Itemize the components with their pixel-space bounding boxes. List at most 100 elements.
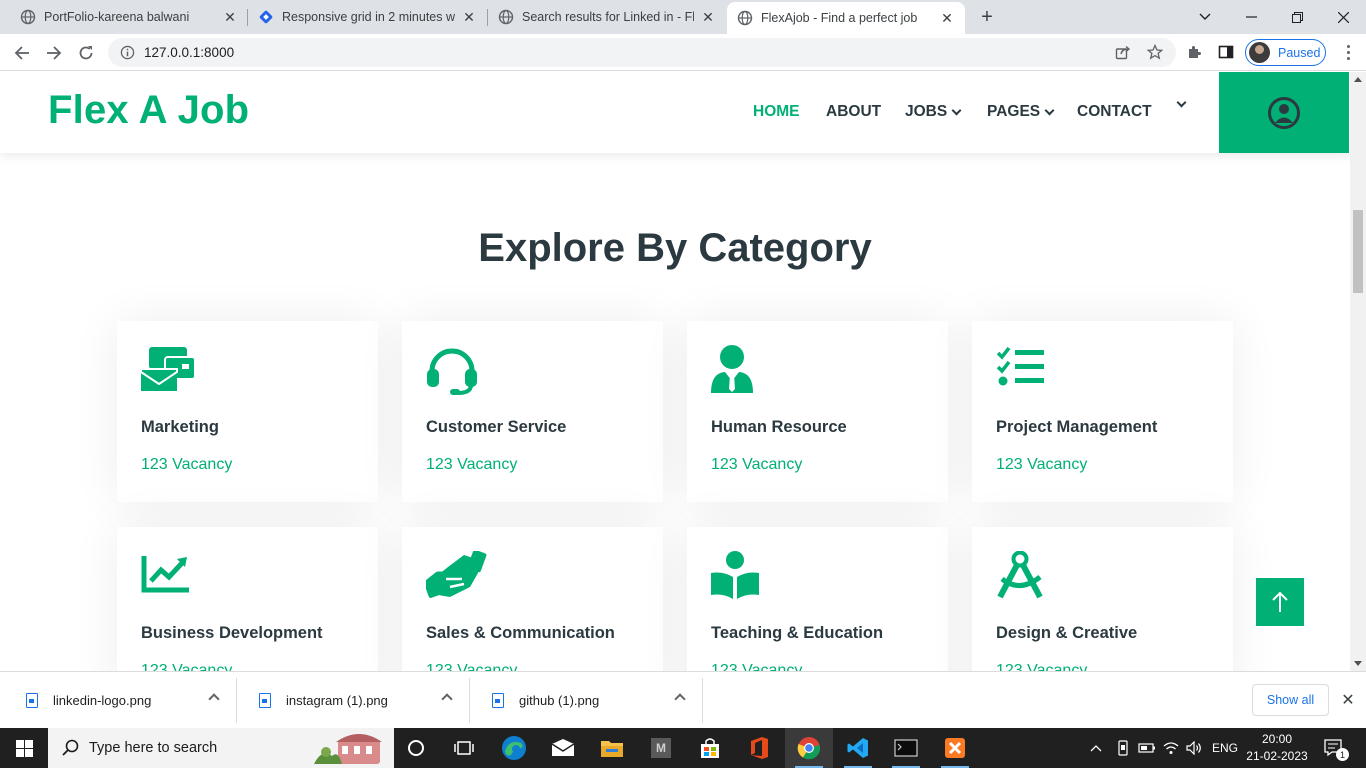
reload-button[interactable] <box>73 40 99 66</box>
nav-jobs[interactable]: JOBS <box>905 103 962 121</box>
vscode-app[interactable] <box>834 728 882 768</box>
input-language[interactable]: ENG <box>1212 728 1238 768</box>
tray-device-icon[interactable] <box>1116 728 1130 768</box>
category-card[interactable]: Marketing 123 Vacancy <box>117 321 378 502</box>
chevron-up-icon[interactable] <box>208 693 220 705</box>
category-card[interactable]: Teaching & Education 123 Vacancy <box>687 527 948 671</box>
category-vacancy: 123 Vacancy <box>141 456 233 473</box>
category-name: Project Management <box>996 418 1158 436</box>
network-status[interactable] <box>1163 728 1179 768</box>
chevron-up-icon[interactable] <box>674 693 686 705</box>
battery-status[interactable] <box>1138 728 1156 768</box>
category-card[interactable]: Design & Creative 123 Vacancy <box>972 527 1233 671</box>
app-m[interactable]: M <box>637 728 685 768</box>
info-icon[interactable] <box>120 45 135 60</box>
close-icon[interactable]: ✕ <box>939 10 955 26</box>
close-icon[interactable]: ✕ <box>222 9 238 25</box>
tab-title: Responsive grid in 2 minutes with <box>282 10 455 24</box>
show-hidden-icons-button[interactable] <box>1090 728 1102 768</box>
category-card[interactable]: Business Development 123 Vacancy <box>117 527 378 671</box>
category-name: Design & Creative <box>996 624 1138 642</box>
extensions-button[interactable] <box>1182 40 1206 64</box>
search-placeholder: Type here to search <box>89 740 218 756</box>
taskbar-search[interactable]: Type here to search <box>48 728 394 768</box>
volume-control[interactable] <box>1186 728 1202 768</box>
restore-icon <box>1291 11 1303 23</box>
bookmark-button[interactable] <box>1143 40 1167 64</box>
globe-icon <box>737 10 753 26</box>
browser-menu-button[interactable] <box>1336 40 1360 64</box>
share-button[interactable] <box>1111 40 1135 64</box>
address-bar[interactable]: 127.0.0.1:8000 <box>108 38 1176 67</box>
mail-app[interactable] <box>539 728 587 768</box>
category-name: Customer Service <box>426 418 567 436</box>
book-reader-icon <box>711 551 767 601</box>
edge-icon <box>502 736 526 760</box>
tab-title: FlexAjob - Find a perfect job <box>761 11 918 25</box>
side-panel-button[interactable] <box>1214 40 1238 64</box>
browser-tab[interactable]: Responsive grid in 2 minutes with ✕ <box>248 0 487 34</box>
download-bar: linkedin-logo.png instagram (1).png gith… <box>0 671 1366 728</box>
browser-tab-active[interactable]: FlexAjob - Find a perfect job ✕ <box>727 2 965 34</box>
download-item[interactable]: linkedin-logo.png <box>4 678 237 723</box>
nav-about[interactable]: ABOUT <box>826 103 881 121</box>
xampp-app[interactable] <box>931 728 979 768</box>
download-item[interactable]: github (1).png <box>470 678 703 723</box>
store-app[interactable] <box>686 728 734 768</box>
globe-icon <box>498 9 514 25</box>
profile-button[interactable]: Paused <box>1245 39 1326 66</box>
chevron-up-icon[interactable] <box>441 693 453 705</box>
category-card[interactable]: Customer Service 123 Vacancy <box>402 321 663 502</box>
usb-device-icon <box>1118 740 1128 756</box>
envelope-open-icon <box>140 345 197 395</box>
show-all-button[interactable]: Show all <box>1252 684 1329 716</box>
browser-tab[interactable]: Search results for Linked in - Flat ✕ <box>488 0 726 34</box>
cortana-button[interactable] <box>392 728 440 768</box>
chrome-app[interactable] <box>785 728 833 768</box>
user-account-button[interactable] <box>1219 72 1349 153</box>
task-view-button[interactable] <box>440 728 488 768</box>
system-clock[interactable]: 20:00 21-02-2023 <box>1244 731 1310 765</box>
tab-search-button[interactable] <box>1182 0 1228 34</box>
terminal-icon <box>894 739 918 757</box>
scrollbar-thumb[interactable] <box>1353 210 1363 293</box>
start-button[interactable] <box>0 728 48 768</box>
speaker-icon <box>1186 741 1201 755</box>
new-tab-button[interactable]: + <box>976 6 998 28</box>
edge-app[interactable] <box>490 728 538 768</box>
office-app[interactable] <box>735 728 783 768</box>
nav-contact[interactable]: CONTACT <box>1077 103 1152 121</box>
nav-label: CONTACT <box>1077 103 1152 120</box>
close-icon[interactable]: ✕ <box>700 9 716 25</box>
terminal-app[interactable] <box>882 728 930 768</box>
page-scrollbar[interactable] <box>1350 72 1366 671</box>
handshake-icon <box>423 549 487 601</box>
back-to-top-button[interactable] <box>1256 578 1304 626</box>
category-name: Sales & Communication <box>426 624 615 642</box>
xampp-icon <box>945 738 965 758</box>
forward-button[interactable] <box>41 40 67 66</box>
brand-logo[interactable]: Flex A Job <box>48 88 249 133</box>
close-icon[interactable]: ✕ <box>461 9 477 25</box>
download-item[interactable]: instagram (1).png <box>237 678 470 723</box>
minimize-button[interactable] <box>1228 0 1274 34</box>
back-button[interactable] <box>9 40 35 66</box>
category-card[interactable]: Sales & Communication 123 Vacancy <box>402 527 663 671</box>
nav-more-dropdown[interactable] <box>1176 97 1187 108</box>
restore-button[interactable] <box>1274 0 1320 34</box>
category-card[interactable]: Project Management 123 Vacancy <box>972 321 1233 502</box>
category-card[interactable]: Human Resource 123 Vacancy <box>687 321 948 502</box>
close-window-button[interactable] <box>1320 0 1366 34</box>
nav-home[interactable]: HOME <box>753 103 800 121</box>
browser-tab[interactable]: PortFolio-kareena balwani ✕ <box>0 0 248 34</box>
scroll-down-icon[interactable] <box>1354 661 1362 666</box>
drafting-compass-icon <box>996 550 1052 601</box>
scroll-up-icon[interactable] <box>1354 77 1362 82</box>
category-name: Human Resource <box>711 418 847 436</box>
nav-pages[interactable]: PAGES <box>987 103 1055 121</box>
arrow-up-icon <box>1272 591 1288 612</box>
notification-center-button[interactable]: 1 <box>1324 728 1349 768</box>
notification-count-badge: 1 <box>1336 748 1349 761</box>
close-icon[interactable]: ✕ <box>1338 690 1358 710</box>
file-explorer-app[interactable] <box>588 728 636 768</box>
